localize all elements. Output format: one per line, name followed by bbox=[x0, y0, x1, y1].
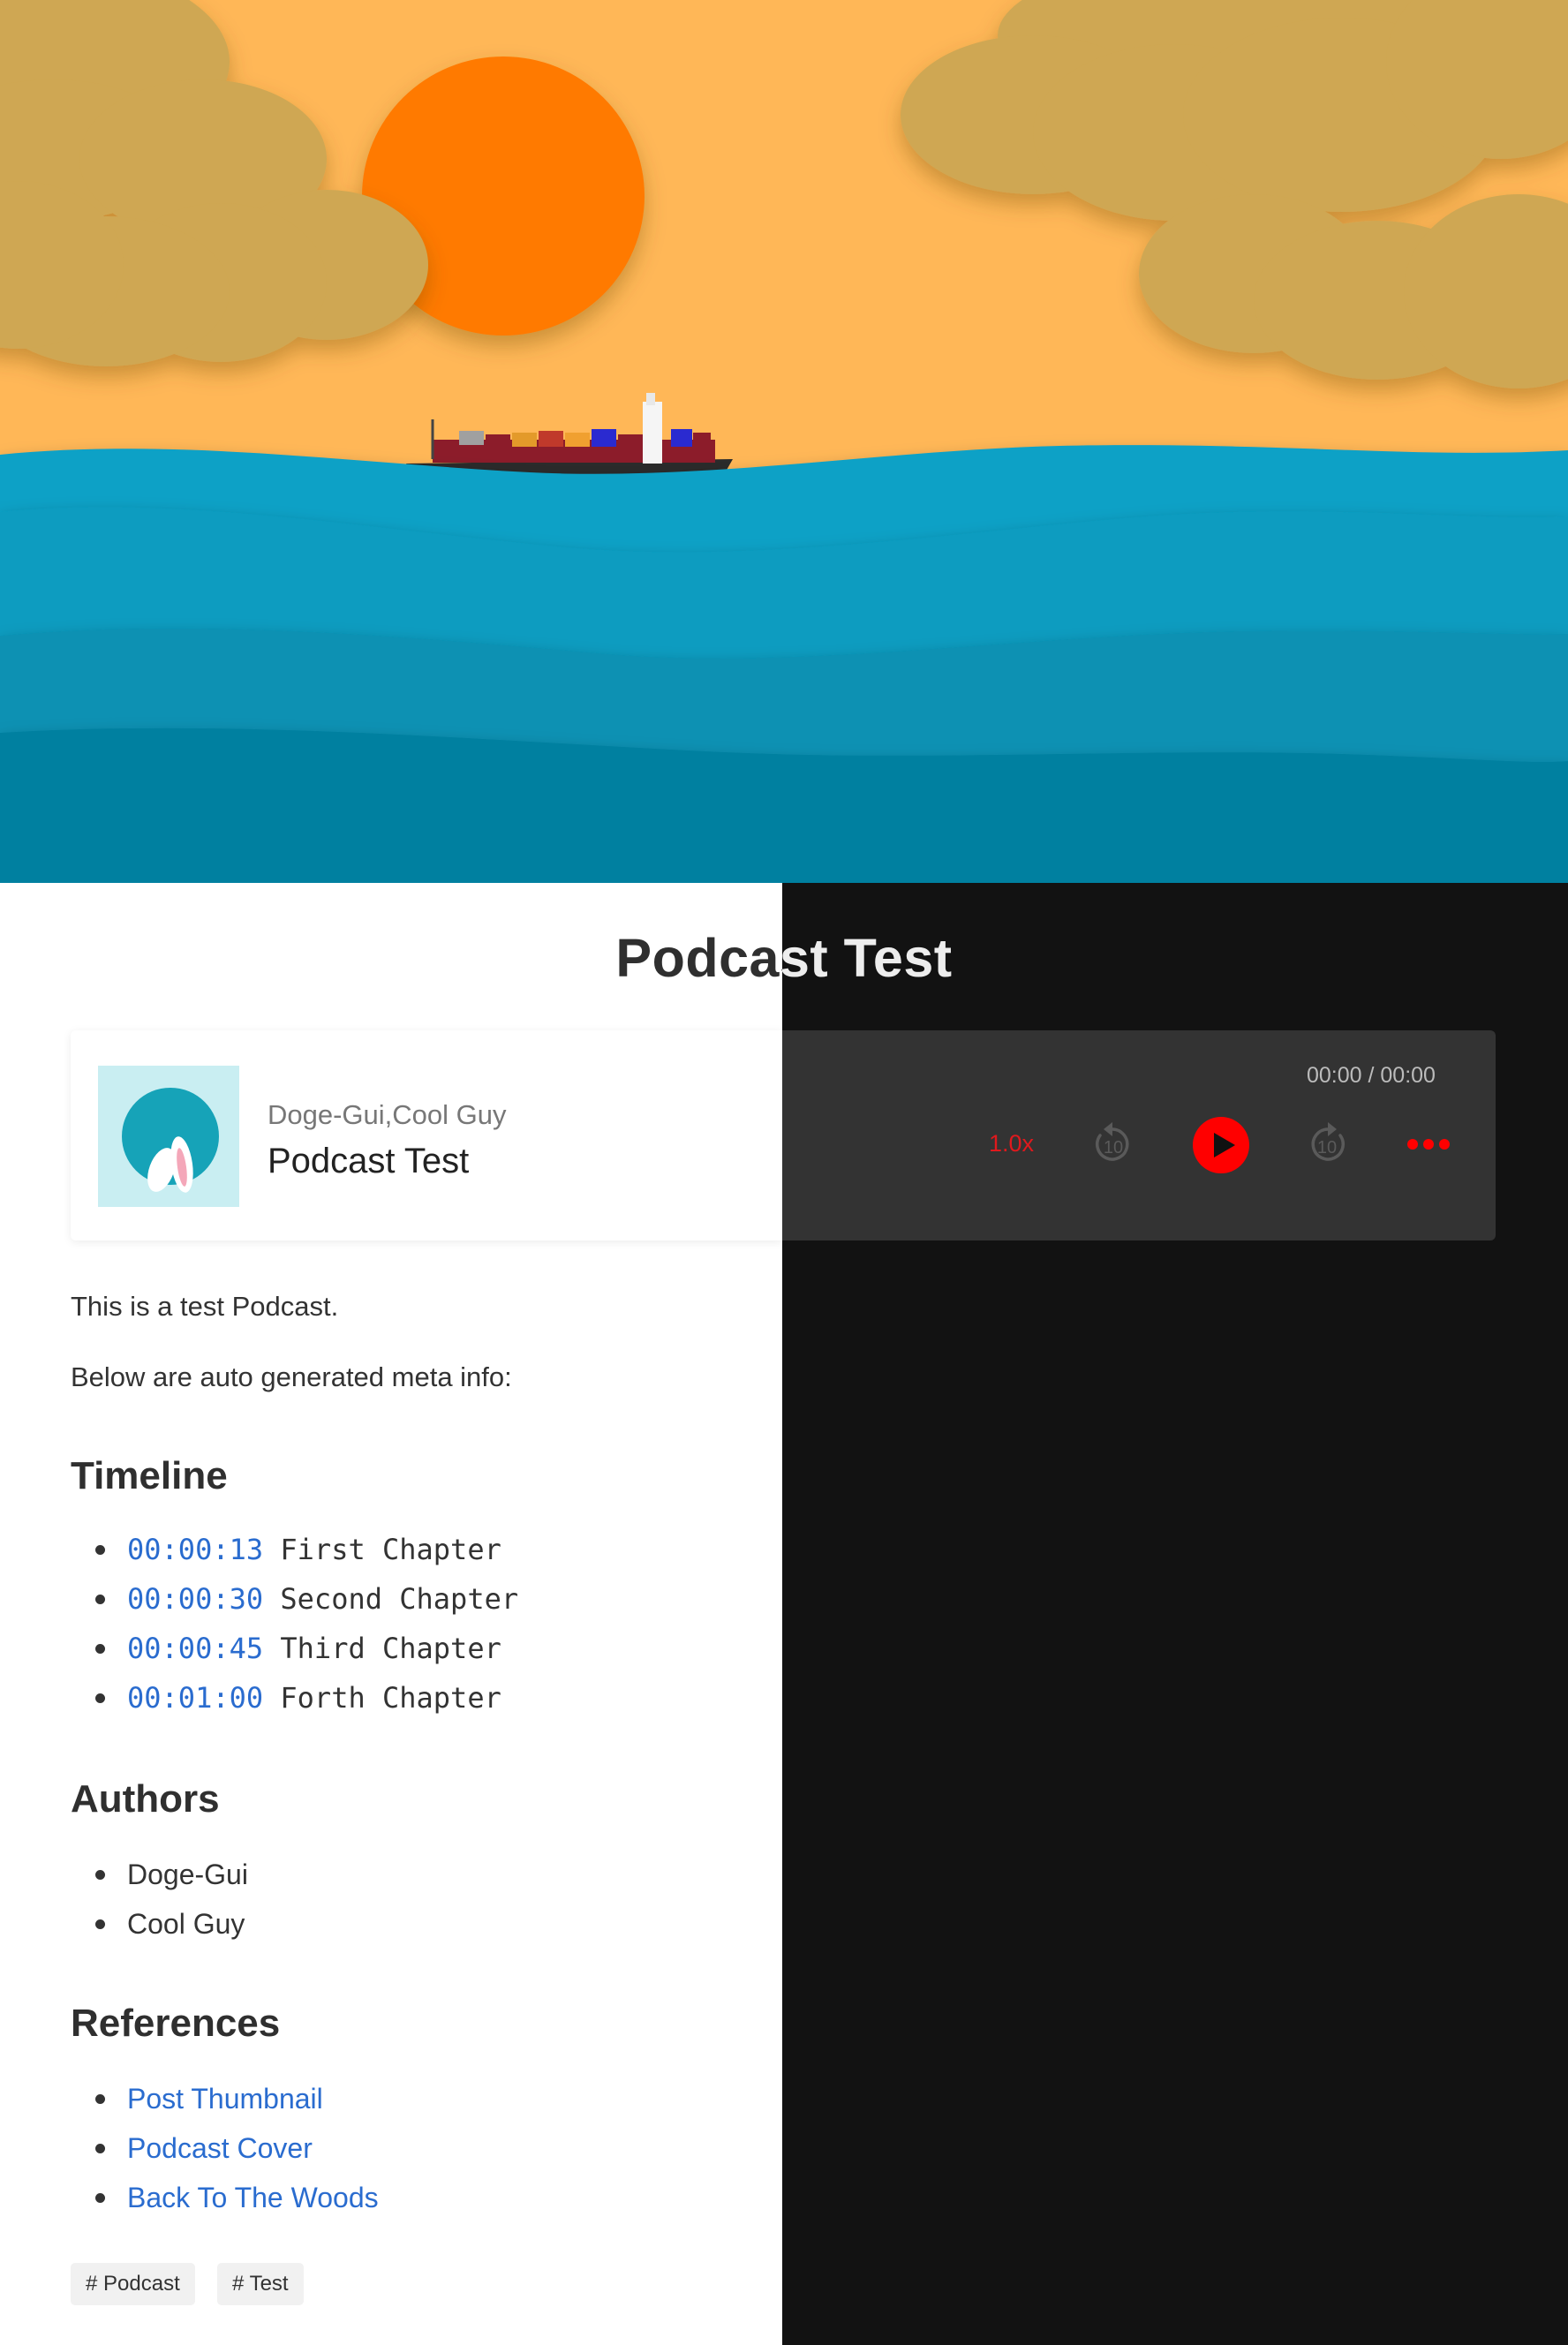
timestamp-link[interactable]: 00:00:13 bbox=[127, 1533, 263, 1566]
podcast-authors: Doge-Gui,Cool Guy bbox=[268, 1099, 507, 1130]
podcast-name: Podcast Test bbox=[268, 1142, 470, 1180]
bullet bbox=[95, 2144, 105, 2153]
skip-back-button[interactable]: 10 bbox=[1091, 1120, 1134, 1170]
bullet bbox=[95, 1595, 105, 1604]
post-thumbnail bbox=[0, 0, 1568, 883]
podcast-player-controls bbox=[782, 1030, 1496, 1240]
reference-link[interactable]: Podcast Cover bbox=[127, 2126, 313, 2170]
bullet bbox=[95, 1644, 105, 1654]
tag-podcast[interactable]: # Podcast bbox=[71, 2263, 195, 2305]
reference-link[interactable]: Post Thumbnail bbox=[127, 2077, 323, 2121]
timestamp-link[interactable]: 00:00:45 bbox=[127, 1632, 263, 1665]
bullet bbox=[95, 2094, 105, 2104]
skip-forward-label: 10 bbox=[1317, 1138, 1337, 1157]
skip-back-icon: 10 bbox=[1096, 1122, 1129, 1161]
timestamp-link[interactable]: 00:01:00 bbox=[127, 1681, 263, 1715]
author-name: Cool Guy bbox=[127, 1908, 245, 1940]
chapter-title: Third Chapter bbox=[280, 1632, 501, 1665]
speed-button[interactable]: 1.0x bbox=[989, 1130, 1034, 1157]
timeline-heading: Timeline bbox=[71, 1454, 228, 1497]
chapter-title: Forth Chapter bbox=[280, 1681, 501, 1715]
time-display: 00:00 / 00:00 bbox=[1307, 1063, 1436, 1088]
bullet bbox=[95, 1870, 105, 1880]
authors-heading: Authors bbox=[71, 1777, 220, 1821]
references-heading: References bbox=[71, 2002, 281, 2045]
bullet bbox=[95, 2193, 105, 2203]
bullet bbox=[95, 1693, 105, 1703]
chapter-title: First Chapter bbox=[280, 1533, 501, 1566]
more-icon bbox=[1407, 1139, 1450, 1150]
chapter-title: Second Chapter bbox=[280, 1582, 519, 1616]
play-icon bbox=[1193, 1117, 1249, 1173]
timestamp-link[interactable]: 00:00:30 bbox=[127, 1582, 263, 1616]
bullet bbox=[95, 1919, 105, 1929]
more-options-button[interactable] bbox=[1406, 1135, 1451, 1157]
author-name: Doge-Gui bbox=[127, 1859, 248, 1890]
skip-forward-button[interactable]: 10 bbox=[1307, 1120, 1349, 1170]
skip-forward-icon: 10 bbox=[1311, 1122, 1345, 1161]
play-button[interactable] bbox=[1192, 1116, 1250, 1179]
bullet bbox=[95, 1545, 105, 1555]
reference-link[interactable]: Back To The Woods bbox=[127, 2175, 379, 2220]
skip-back-label: 10 bbox=[1104, 1138, 1123, 1157]
intro-paragraph: This is a test Podcast. bbox=[71, 1291, 339, 1322]
tag-test[interactable]: # Test bbox=[217, 2263, 304, 2305]
meta-intro-paragraph: Below are auto generated meta info: bbox=[71, 1361, 512, 1392]
podcast-cover bbox=[98, 1066, 239, 1207]
